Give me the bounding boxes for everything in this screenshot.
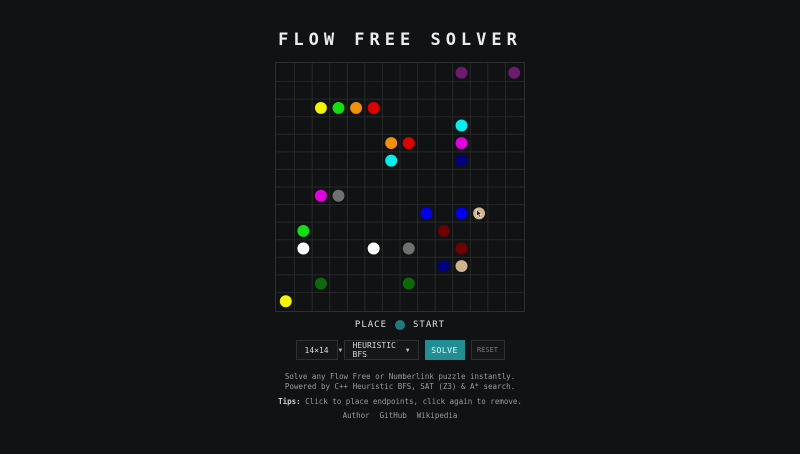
endpoint-blue[interactable] [455,207,468,220]
endpoint-maroon[interactable] [455,242,468,255]
grid-size-value: 14×14 [304,345,329,355]
endpoint-purple[interactable] [508,66,521,79]
tips: Tips: Click to place endpoints, click ag… [0,397,800,406]
endpoint-cyan[interactable] [455,119,468,132]
endpoint-darkgreen[interactable] [402,277,415,290]
chevron-down-icon: ▼ [338,346,343,354]
grid-size-select[interactable]: 14×14 ▼ [295,340,342,360]
description-line-1: Solve any Flow Free or Numberlink puzzle… [284,372,516,381]
endpoint-gray[interactable] [332,189,345,202]
endpoint-yellow[interactable] [279,295,292,308]
mode-place-label: PLACE [354,320,387,330]
solve-button[interactable]: SOLVE [424,340,465,360]
puzzle-board[interactable] [275,62,525,312]
reset-button[interactable]: RESET [470,340,505,360]
endpoint-green[interactable] [332,101,345,114]
description-line-2: Powered by C++ Heuristic BFS, SAT (Z3) &… [284,382,516,391]
chevron-down-icon: ▼ [405,346,410,354]
tips-text: Click to place endpoints, click again to… [300,397,522,406]
endpoint-darkgreen[interactable] [314,277,327,290]
endpoint-red[interactable] [402,137,415,150]
endpoint-red[interactable] [367,101,380,114]
algorithm-value: HEURISTIC BFS [352,341,396,359]
endpoint-cyan[interactable] [385,154,398,167]
description: Solve any Flow Free or Numberlink puzzle… [0,372,800,392]
endpoint-white[interactable] [297,242,310,255]
mode-start-label: START [413,320,446,330]
author-link[interactable]: Author [343,411,370,420]
endpoint-yellow[interactable] [314,101,327,114]
algorithm-select[interactable]: HEURISTIC BFS ▼ [343,340,419,360]
endpoint-tan[interactable] [455,260,468,273]
endpoint-orange[interactable] [385,137,398,150]
endpoint-white[interactable] [367,242,380,255]
endpoint-navy[interactable] [437,260,450,273]
endpoint-green[interactable] [297,224,310,237]
mode-toggle-dot[interactable] [395,320,405,330]
endpoint-maroon[interactable] [437,224,450,237]
endpoint-gray[interactable] [402,242,415,255]
control-bar: 14×14 ▼ HEURISTIC BFS ▼ SOLVE RESET [0,340,800,360]
endpoint-purple[interactable] [455,66,468,79]
endpoint-navy[interactable] [455,154,468,167]
mode-toggle[interactable]: PLACE START [0,320,800,330]
endpoint-orange[interactable] [350,101,363,114]
github-link[interactable]: GitHub [380,411,407,420]
footer-links: Author GitHub Wikipedia [0,411,800,420]
endpoint-magenta[interactable] [455,137,468,150]
page-title: FLOW FREE SOLVER [278,30,522,50]
tips-label: Tips: [278,397,301,406]
endpoint-blue[interactable] [420,207,433,220]
endpoint-magenta[interactable] [314,189,327,202]
wikipedia-link[interactable]: Wikipedia [417,411,458,420]
